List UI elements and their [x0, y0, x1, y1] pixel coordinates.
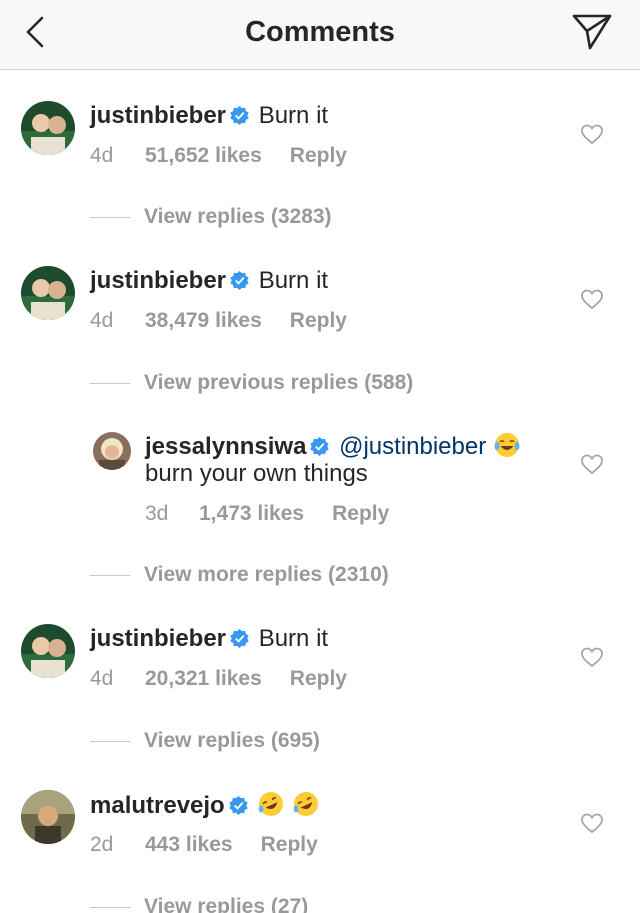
reply-button[interactable]: Reply	[290, 666, 347, 692]
reply-button[interactable]: Reply	[290, 143, 347, 169]
likes-count[interactable]: 443 likes	[145, 832, 233, 858]
likes-count[interactable]: 20,321 likes	[145, 666, 262, 692]
verified-badge-icon	[310, 437, 330, 456]
heart-icon[interactable]	[580, 646, 604, 668]
reply-button[interactable]: Reply	[332, 501, 389, 527]
heart-icon[interactable]	[580, 453, 604, 475]
view-more-replies-link[interactable]: View more replies (2310)	[90, 562, 389, 588]
comment-meta: 4d 20,321 likes Reply	[90, 666, 347, 692]
comment-text: Burn it	[258, 625, 329, 652]
replies-divider	[90, 574, 130, 576]
avatar[interactable]	[21, 266, 75, 320]
mention-link[interactable]: @justinbieber	[339, 433, 486, 460]
verified-badge-icon	[230, 629, 249, 648]
comment-line: justinbieber Burn it	[90, 266, 328, 296]
reply-button[interactable]: Reply	[290, 308, 347, 334]
comment-age: 2d	[90, 833, 114, 856]
verified-badge-icon	[230, 271, 249, 290]
view-replies-link[interactable]: View replies (695)	[90, 728, 320, 754]
replies-divider	[90, 382, 130, 384]
view-previous-replies-link[interactable]: View previous replies (588)	[90, 370, 413, 396]
comment-text: Burn it	[258, 267, 329, 294]
likes-count[interactable]: 51,652 likes	[145, 143, 262, 169]
comment-username[interactable]: malutrevejo	[90, 792, 225, 819]
reply-text: burn your own things	[145, 460, 368, 487]
view-replies-link[interactable]: View replies (27)	[90, 894, 308, 913]
heart-icon[interactable]	[580, 123, 604, 145]
reply-username[interactable]: jessalynnsiwa	[145, 433, 306, 460]
paper-plane-icon[interactable]	[570, 12, 614, 52]
reply-button[interactable]: Reply	[261, 832, 318, 858]
comment-line: justinbieber Burn it	[90, 101, 328, 131]
replies-divider	[90, 216, 130, 218]
comment-meta: 2d 443 likes Reply	[90, 832, 318, 858]
comment-username[interactable]: justinbieber	[90, 102, 226, 129]
likes-count[interactable]: 1,473 likes	[199, 501, 304, 527]
comment-age: 4d	[90, 144, 114, 167]
rofl-emoji-icon	[259, 792, 284, 816]
comment-line: justinbieber Burn it	[90, 624, 328, 654]
comment-text: Burn it	[258, 102, 329, 129]
header-bar: Comments	[0, 0, 640, 70]
verified-badge-icon	[229, 796, 248, 815]
avatar[interactable]	[21, 101, 75, 155]
avatar[interactable]	[21, 624, 75, 678]
comment-age: 4d	[90, 667, 114, 690]
avatar[interactable]	[93, 432, 131, 470]
view-replies-link[interactable]: View replies (3283)	[90, 204, 332, 230]
likes-count[interactable]: 38,479 likes	[145, 308, 262, 334]
reply-line: jessalynnsiwa @justinbieber	[145, 431, 521, 462]
verified-badge-icon	[230, 106, 249, 125]
comment-line: malutrevejo	[90, 790, 320, 821]
reply-age: 3d	[145, 502, 169, 525]
comment-username[interactable]: justinbieber	[90, 267, 226, 294]
replies-divider	[90, 906, 130, 908]
tears-of-joy-emoji-icon	[494, 433, 520, 457]
replies-divider	[90, 740, 130, 742]
page-title: Comments	[245, 16, 395, 48]
comment-age: 4d	[90, 309, 114, 332]
comment-username[interactable]: justinbieber	[90, 625, 226, 652]
heart-icon[interactable]	[580, 288, 604, 310]
comment-meta: 4d 38,479 likes Reply	[90, 308, 347, 334]
heart-icon[interactable]	[580, 812, 604, 834]
comment-meta: 4d 51,652 likes Reply	[90, 143, 347, 169]
avatar[interactable]	[21, 790, 75, 844]
rofl-emoji-icon	[293, 792, 319, 816]
reply-meta: 3d 1,473 likes Reply	[145, 501, 389, 527]
